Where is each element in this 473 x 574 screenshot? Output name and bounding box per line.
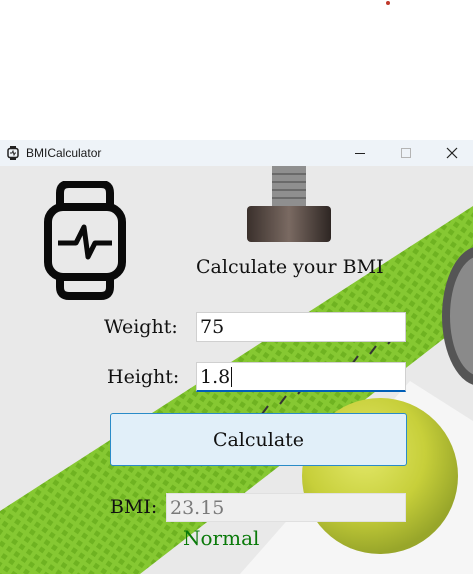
smartwatch-icon (7, 146, 19, 160)
close-icon (446, 147, 458, 159)
title-bar[interactable]: BMICalculator (0, 140, 473, 166)
minimize-button[interactable] (337, 140, 383, 166)
window-title: BMICalculator (26, 146, 102, 160)
close-button[interactable] (429, 140, 473, 166)
window-content: Calculate your BMI Weight: 75 Height: 1.… (0, 166, 473, 574)
weight-input-value: 75 (200, 316, 225, 338)
height-input-value: 1.8 (200, 366, 231, 388)
bmi-category-text: Normal (183, 526, 260, 550)
bmi-calculator-window: BMICalculator Calculate your BMI Weight:… (0, 140, 473, 574)
bmi-result-value: 23.15 (170, 497, 225, 519)
height-input[interactable]: 1.8 (196, 362, 406, 392)
smartwatch-heartbeat-icon (44, 181, 126, 300)
maximize-button[interactable] (383, 140, 429, 166)
calculate-button-label: Calculate (212, 428, 305, 451)
page-heading: Calculate your BMI (196, 256, 384, 278)
text-caret (231, 366, 233, 387)
screen-dot (386, 1, 390, 5)
maximize-icon (401, 148, 411, 158)
calculate-button[interactable]: Calculate (110, 413, 407, 466)
bmi-result-field: 23.15 (166, 493, 406, 522)
height-label: Height: (107, 366, 180, 388)
weight-label: Weight: (104, 316, 178, 338)
minimize-icon (355, 153, 365, 154)
weight-input[interactable]: 75 (196, 312, 406, 342)
bmi-label: BMI: (110, 496, 158, 518)
